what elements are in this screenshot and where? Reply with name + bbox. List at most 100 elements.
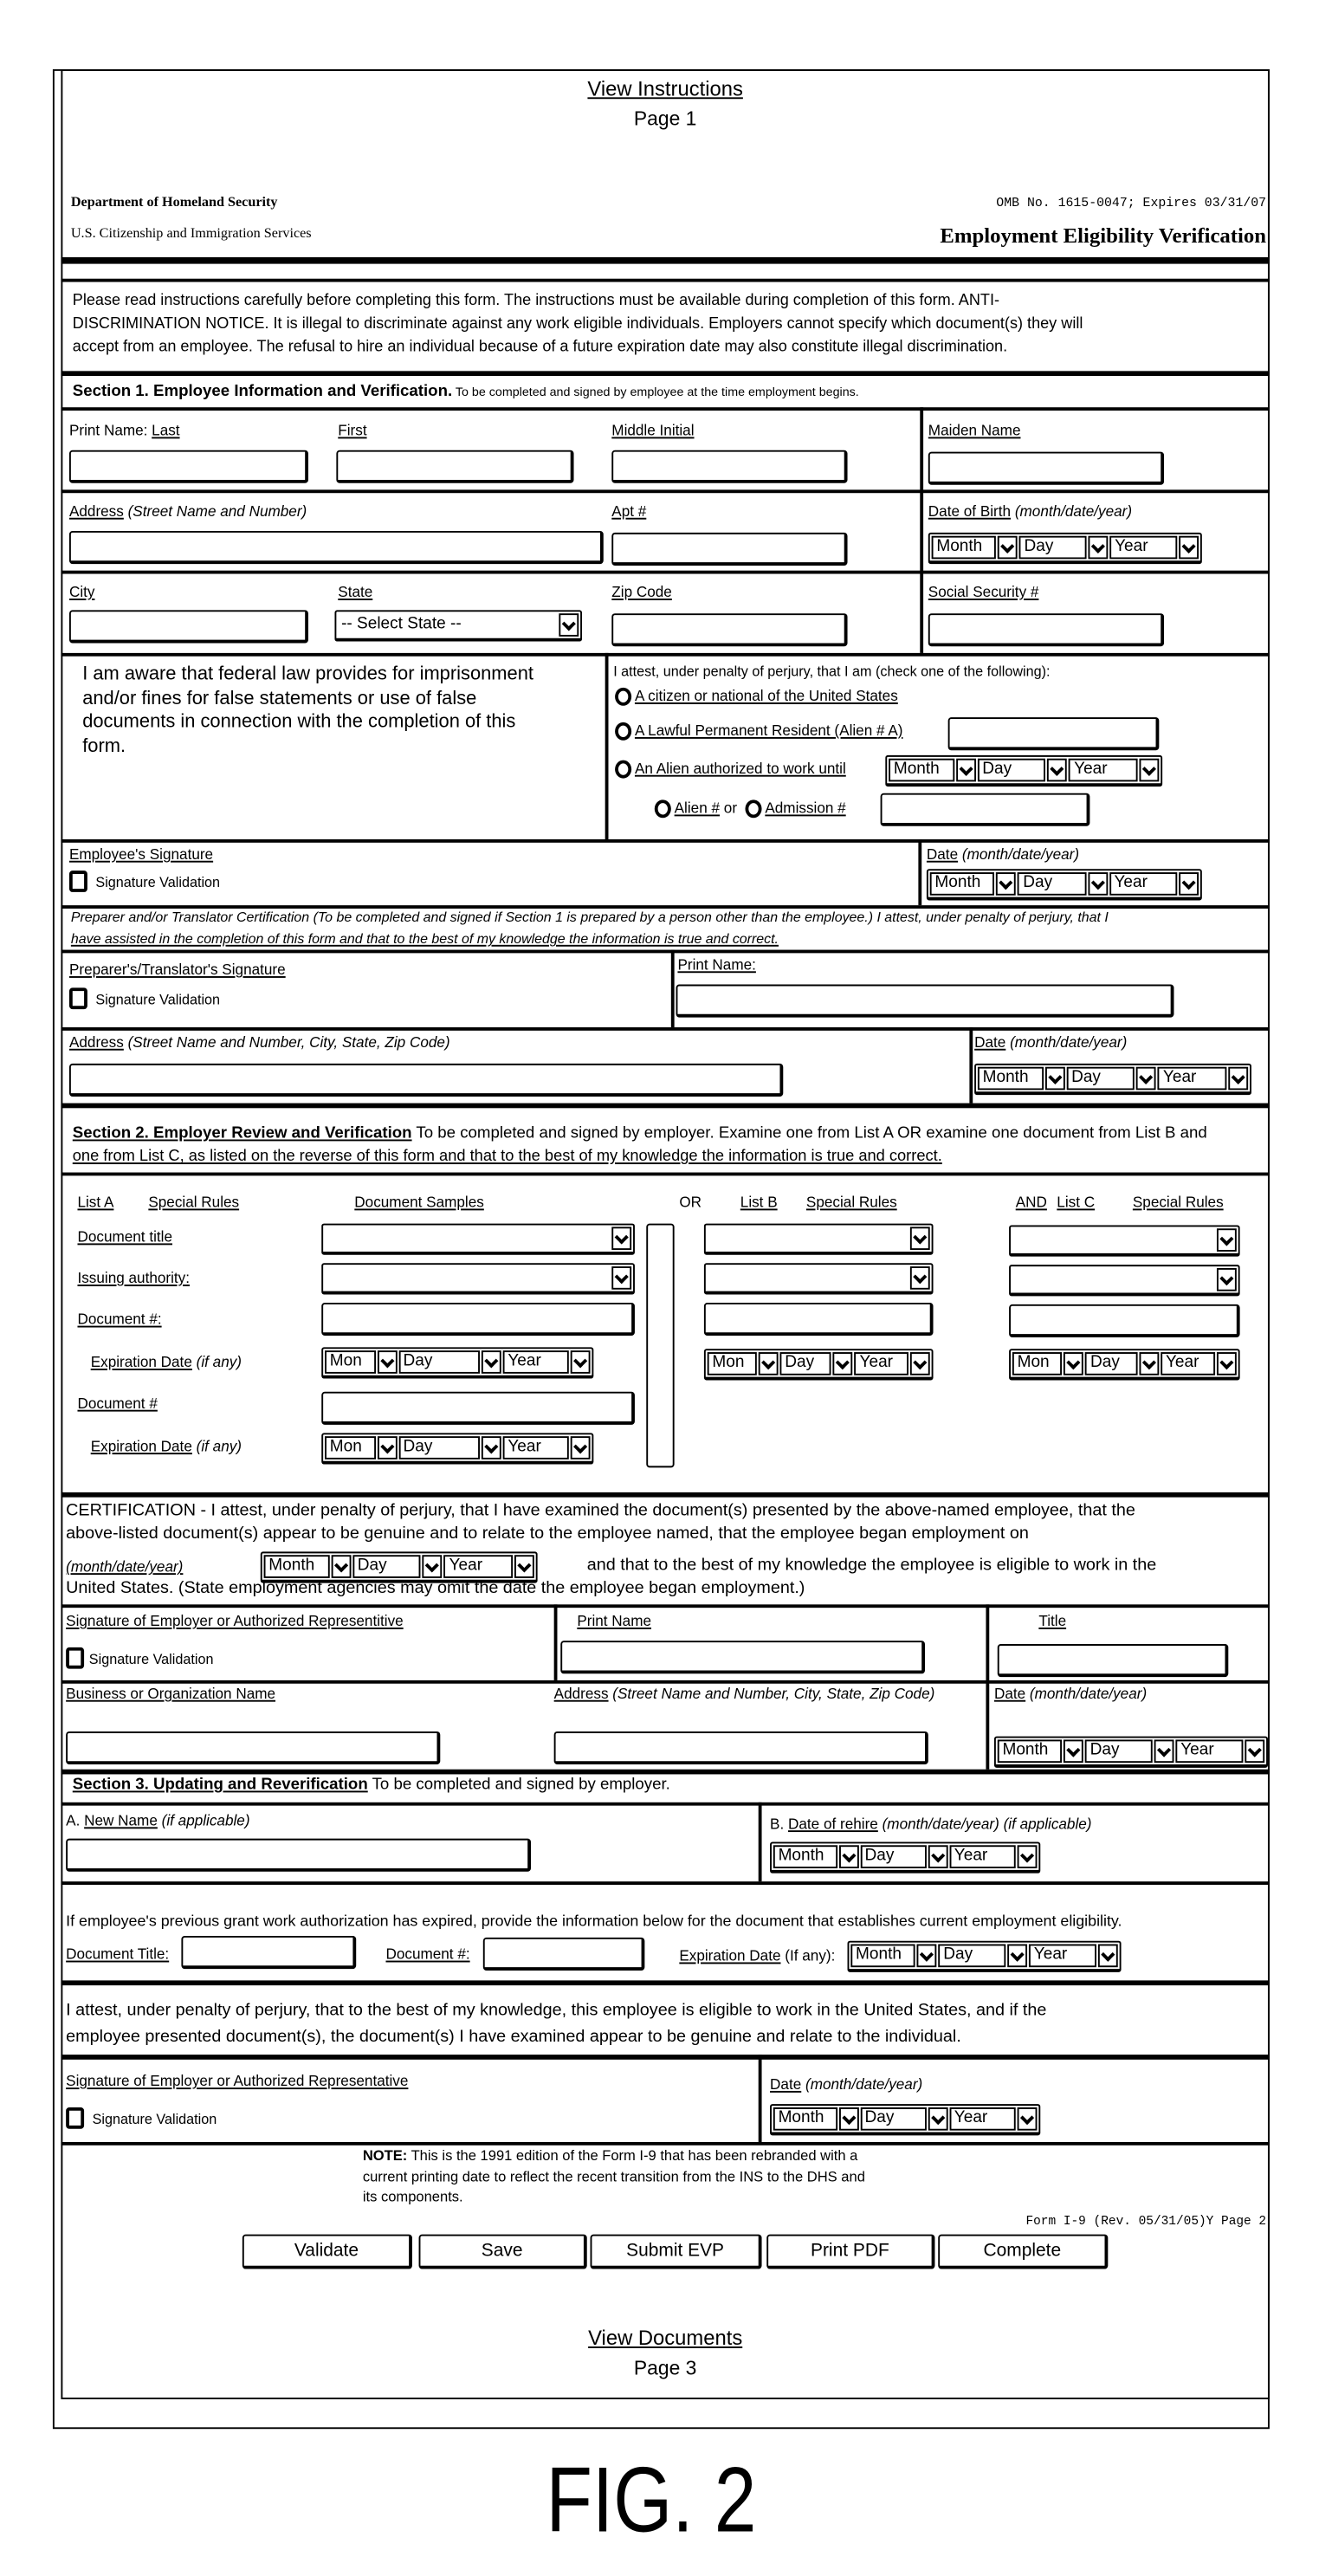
chevron-down-icon[interactable] — [1047, 758, 1068, 782]
zip-input[interactable] — [611, 613, 848, 647]
day-select[interactable]: Day — [398, 1350, 480, 1374]
list-c-issuing-authority-select[interactable] — [1009, 1265, 1240, 1297]
chevron-down-icon[interactable] — [1245, 1739, 1265, 1764]
reverify-document-number-input[interactable] — [482, 1937, 645, 1971]
chevron-down-icon[interactable] — [833, 1352, 853, 1375]
preparer-address-input[interactable] — [68, 1063, 784, 1097]
chevron-down-icon[interactable] — [570, 1350, 591, 1374]
list-b-issuing-authority-select[interactable] — [703, 1263, 934, 1295]
employer-title-input[interactable] — [997, 1644, 1229, 1678]
day-select[interactable]: Day — [1018, 535, 1087, 560]
business-address-input[interactable] — [553, 1731, 928, 1765]
maiden-name-input[interactable] — [928, 451, 1165, 485]
month-select[interactable]: Month — [773, 2107, 837, 2131]
day-select[interactable]: Day — [1066, 1066, 1135, 1091]
month-select[interactable]: Mon — [1012, 1352, 1063, 1375]
lpr-option-label[interactable]: A Lawful Permanent Resident (Alien # A) — [635, 723, 903, 739]
chevron-down-icon[interactable] — [909, 1266, 930, 1290]
view-instructions-link[interactable]: View Instructions — [61, 79, 1269, 100]
chevron-down-icon[interactable] — [1088, 535, 1109, 560]
chevron-down-icon[interactable] — [1179, 535, 1199, 560]
chevron-down-icon[interactable] — [998, 535, 1018, 560]
list-c-document-number-input[interactable] — [1009, 1304, 1240, 1337]
chevron-down-icon[interactable] — [996, 872, 1017, 896]
year-select[interactable]: Year — [502, 1436, 569, 1460]
chevron-down-icon[interactable] — [1044, 1066, 1065, 1091]
employer-signature-checkbox[interactable] — [66, 1647, 85, 1669]
day-select[interactable]: Day — [398, 1436, 480, 1460]
chevron-down-icon[interactable] — [1216, 1267, 1237, 1291]
chevron-down-icon[interactable] — [838, 1845, 858, 1868]
year-select[interactable]: Year — [443, 1555, 514, 1578]
lpr-radio[interactable] — [615, 722, 632, 741]
chevron-down-icon[interactable] — [928, 2107, 948, 2131]
month-select[interactable]: Month — [929, 872, 995, 896]
list-b-document-title-select[interactable] — [703, 1223, 934, 1255]
apt-input[interactable] — [611, 532, 848, 566]
month-select[interactable]: Month — [773, 1845, 837, 1868]
day-select[interactable]: Day — [1085, 1352, 1138, 1375]
month-select[interactable]: Month — [977, 1066, 1044, 1091]
admission-number-option-label[interactable]: Admission # — [765, 800, 845, 816]
month-select[interactable]: Month — [850, 1944, 915, 1968]
day-select[interactable]: Day — [1084, 1739, 1153, 1764]
year-select[interactable]: Year — [949, 2107, 1016, 2131]
citizen-option-label[interactable]: A citizen or national of the United Stat… — [635, 689, 898, 704]
alien-admission-number-input[interactable] — [880, 793, 1090, 826]
year-select[interactable]: Year — [1161, 1352, 1216, 1375]
chevron-down-icon[interactable] — [611, 1227, 632, 1251]
list-c-special-rules-link[interactable]: Special Rules — [1133, 1194, 1224, 1210]
chevron-down-icon[interactable] — [481, 1350, 501, 1374]
list-a-issuing-authority-select[interactable] — [321, 1263, 635, 1295]
day-select[interactable]: Day — [977, 758, 1046, 782]
chevron-down-icon[interactable] — [559, 613, 579, 637]
chevron-down-icon[interactable] — [1216, 1352, 1237, 1375]
state-select[interactable]: -- Select State -- — [334, 610, 583, 642]
chevron-down-icon[interactable] — [1097, 1944, 1118, 1968]
chevron-down-icon[interactable] — [377, 1436, 397, 1460]
list-a-special-rules-link[interactable]: Special Rules — [148, 1194, 239, 1210]
print-pdf-button[interactable]: Print PDF — [766, 2234, 935, 2269]
chevron-down-icon[interactable] — [838, 2107, 858, 2131]
middle-initial-input[interactable] — [611, 450, 848, 483]
month-select[interactable]: Month — [263, 1555, 330, 1578]
year-select[interactable]: Year — [949, 1845, 1016, 1868]
preparer-print-name-input[interactable] — [676, 984, 1174, 1018]
month-select[interactable]: Month — [997, 1739, 1063, 1764]
month-select[interactable]: Mon — [707, 1352, 757, 1375]
business-name-input[interactable] — [66, 1731, 441, 1765]
alien-number-radio[interactable] — [654, 799, 671, 819]
chevron-down-icon[interactable] — [377, 1350, 397, 1374]
alien-number-input[interactable] — [947, 717, 1160, 751]
address-input[interactable] — [68, 531, 604, 565]
alien-number-option-label[interactable]: Alien # or — [675, 800, 737, 816]
year-select[interactable]: Year — [1029, 1944, 1096, 1968]
month-select[interactable]: Month — [889, 758, 954, 782]
year-select[interactable]: Year — [1109, 535, 1178, 560]
chevron-down-icon[interactable] — [1064, 1739, 1084, 1764]
day-select[interactable]: Day — [859, 2107, 927, 2131]
day-select[interactable]: Day — [859, 1845, 927, 1868]
chevron-down-icon[interactable] — [1017, 1845, 1038, 1868]
year-select[interactable]: Year — [502, 1350, 569, 1374]
alien-authorized-option-label[interactable]: An Alien authorized to work until — [635, 761, 846, 777]
chevron-down-icon[interactable] — [928, 1845, 948, 1868]
admission-number-radio[interactable] — [745, 799, 762, 819]
list-a-document-title-select[interactable] — [321, 1223, 635, 1255]
chevron-down-icon[interactable] — [1087, 872, 1108, 896]
chevron-down-icon[interactable] — [1154, 1739, 1174, 1764]
chevron-down-icon[interactable] — [1216, 1228, 1237, 1252]
employer-print-name-input[interactable] — [560, 1641, 926, 1674]
year-select[interactable]: Year — [1158, 1066, 1227, 1091]
list-b-header[interactable]: List B — [740, 1194, 778, 1210]
day-select[interactable]: Day — [352, 1555, 422, 1578]
last-name-input[interactable] — [68, 450, 309, 483]
reverify-document-title-input[interactable] — [181, 1936, 357, 1970]
chevron-down-icon[interactable] — [570, 1436, 591, 1460]
section3-signature-checkbox[interactable] — [66, 2107, 85, 2129]
chevron-down-icon[interactable] — [611, 1266, 632, 1290]
chevron-down-icon[interactable] — [331, 1555, 352, 1578]
alien-authorized-radio[interactable] — [615, 760, 632, 779]
submit-evp-button[interactable]: Submit EVP — [590, 2234, 762, 2269]
validate-button[interactable]: Validate — [242, 2234, 412, 2269]
